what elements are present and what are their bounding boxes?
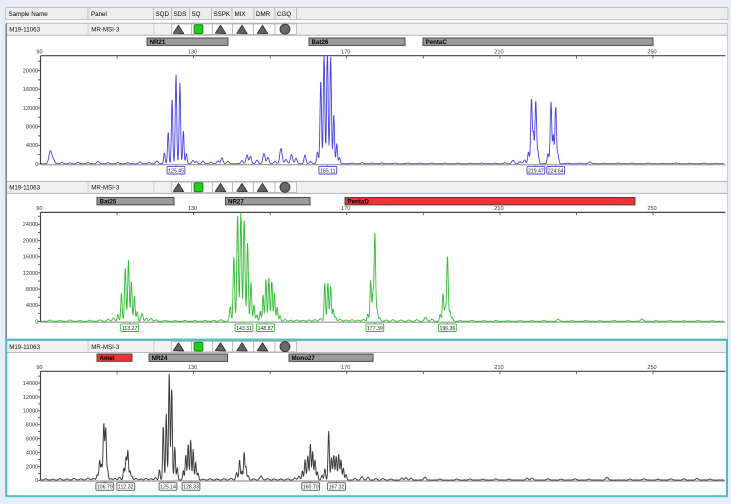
svg-text:196.36: 196.36	[439, 326, 455, 332]
svg-text:165.11: 165.11	[320, 168, 336, 174]
svg-text:SQD: SQD	[156, 11, 170, 18]
svg-text:12000: 12000	[23, 106, 39, 112]
svg-text:DMR: DMR	[256, 11, 271, 18]
svg-text:NR24: NR24	[152, 355, 168, 362]
svg-text:90: 90	[36, 206, 42, 212]
svg-text:NR21: NR21	[150, 39, 166, 46]
svg-text:224.64: 224.64	[548, 168, 564, 174]
svg-text:Sample Name: Sample Name	[9, 11, 49, 18]
svg-text:14000: 14000	[23, 381, 39, 387]
svg-text:12000: 12000	[23, 395, 39, 401]
svg-text:125.45: 125.45	[168, 168, 184, 174]
svg-text:CGQ: CGQ	[277, 11, 291, 18]
svg-text:4000: 4000	[26, 303, 38, 309]
svg-text:128.33: 128.33	[183, 485, 199, 491]
svg-text:16000: 16000	[23, 255, 39, 261]
svg-text:210: 210	[494, 206, 503, 212]
svg-text:130: 130	[188, 206, 197, 212]
svg-text:210: 210	[494, 50, 503, 56]
svg-text:210: 210	[494, 365, 503, 371]
svg-text:170: 170	[341, 206, 350, 212]
svg-text:M19-11063: M19-11063	[9, 344, 40, 351]
svg-text:PentaD: PentaD	[348, 198, 370, 205]
svg-text:MR-MSI-3: MR-MSI-3	[91, 185, 120, 192]
svg-text:250: 250	[647, 50, 656, 56]
svg-text:Bat25: Bat25	[100, 198, 117, 205]
svg-text:20000: 20000	[23, 238, 39, 244]
svg-text:130: 130	[188, 50, 197, 56]
svg-text:12000: 12000	[23, 271, 39, 277]
svg-text:SSPK: SSPK	[214, 11, 231, 18]
svg-text:24000: 24000	[23, 222, 39, 228]
svg-text:SQ: SQ	[192, 11, 201, 18]
svg-text:NR27: NR27	[228, 198, 244, 205]
svg-text:2000: 2000	[26, 464, 38, 470]
svg-text:219.47: 219.47	[528, 168, 544, 174]
svg-text:MR-MSI-3: MR-MSI-3	[91, 27, 120, 34]
svg-text:20000: 20000	[23, 68, 39, 74]
svg-text:M19-11063: M19-11063	[9, 185, 40, 192]
svg-text:160.70: 160.70	[303, 485, 319, 491]
svg-text:113.27: 113.27	[122, 326, 138, 332]
svg-text:Mono27: Mono27	[292, 355, 316, 362]
svg-text:0: 0	[35, 319, 38, 325]
svg-text:Amel: Amel	[100, 355, 115, 362]
svg-text:112.32: 112.32	[118, 485, 134, 491]
svg-text:6000: 6000	[26, 437, 38, 443]
svg-text:10000: 10000	[23, 409, 39, 415]
svg-text:4000: 4000	[26, 450, 38, 456]
svg-text:0: 0	[35, 478, 38, 484]
svg-text:125.14: 125.14	[160, 485, 176, 491]
svg-text:8000: 8000	[26, 125, 38, 131]
svg-text:Bat26: Bat26	[312, 39, 329, 46]
svg-text:MR-MSI-3: MR-MSI-3	[91, 344, 120, 351]
svg-text:250: 250	[647, 365, 656, 371]
svg-text:90: 90	[36, 50, 42, 56]
svg-text:4000: 4000	[26, 143, 38, 149]
svg-text:170: 170	[341, 50, 350, 56]
svg-text:148.87: 148.87	[258, 326, 274, 332]
svg-text:SDS: SDS	[174, 11, 187, 18]
svg-text:PentaC: PentaC	[426, 39, 448, 46]
svg-text:0: 0	[35, 162, 38, 168]
svg-text:143.31: 143.31	[236, 326, 252, 332]
svg-text:16000: 16000	[23, 87, 39, 93]
svg-text:8000: 8000	[26, 287, 38, 293]
svg-text:250: 250	[647, 206, 656, 212]
svg-text:170: 170	[341, 365, 350, 371]
svg-text:M19-11063: M19-11063	[9, 27, 40, 34]
svg-text:90: 90	[36, 365, 42, 371]
svg-text:106.79: 106.79	[97, 485, 113, 491]
svg-text:177.39: 177.39	[367, 326, 383, 332]
svg-text:Panel: Panel	[91, 11, 107, 18]
svg-text:167.32: 167.32	[329, 485, 345, 491]
svg-text:8000: 8000	[26, 423, 38, 429]
svg-text:130: 130	[188, 365, 197, 371]
svg-text:MIX: MIX	[235, 11, 246, 18]
